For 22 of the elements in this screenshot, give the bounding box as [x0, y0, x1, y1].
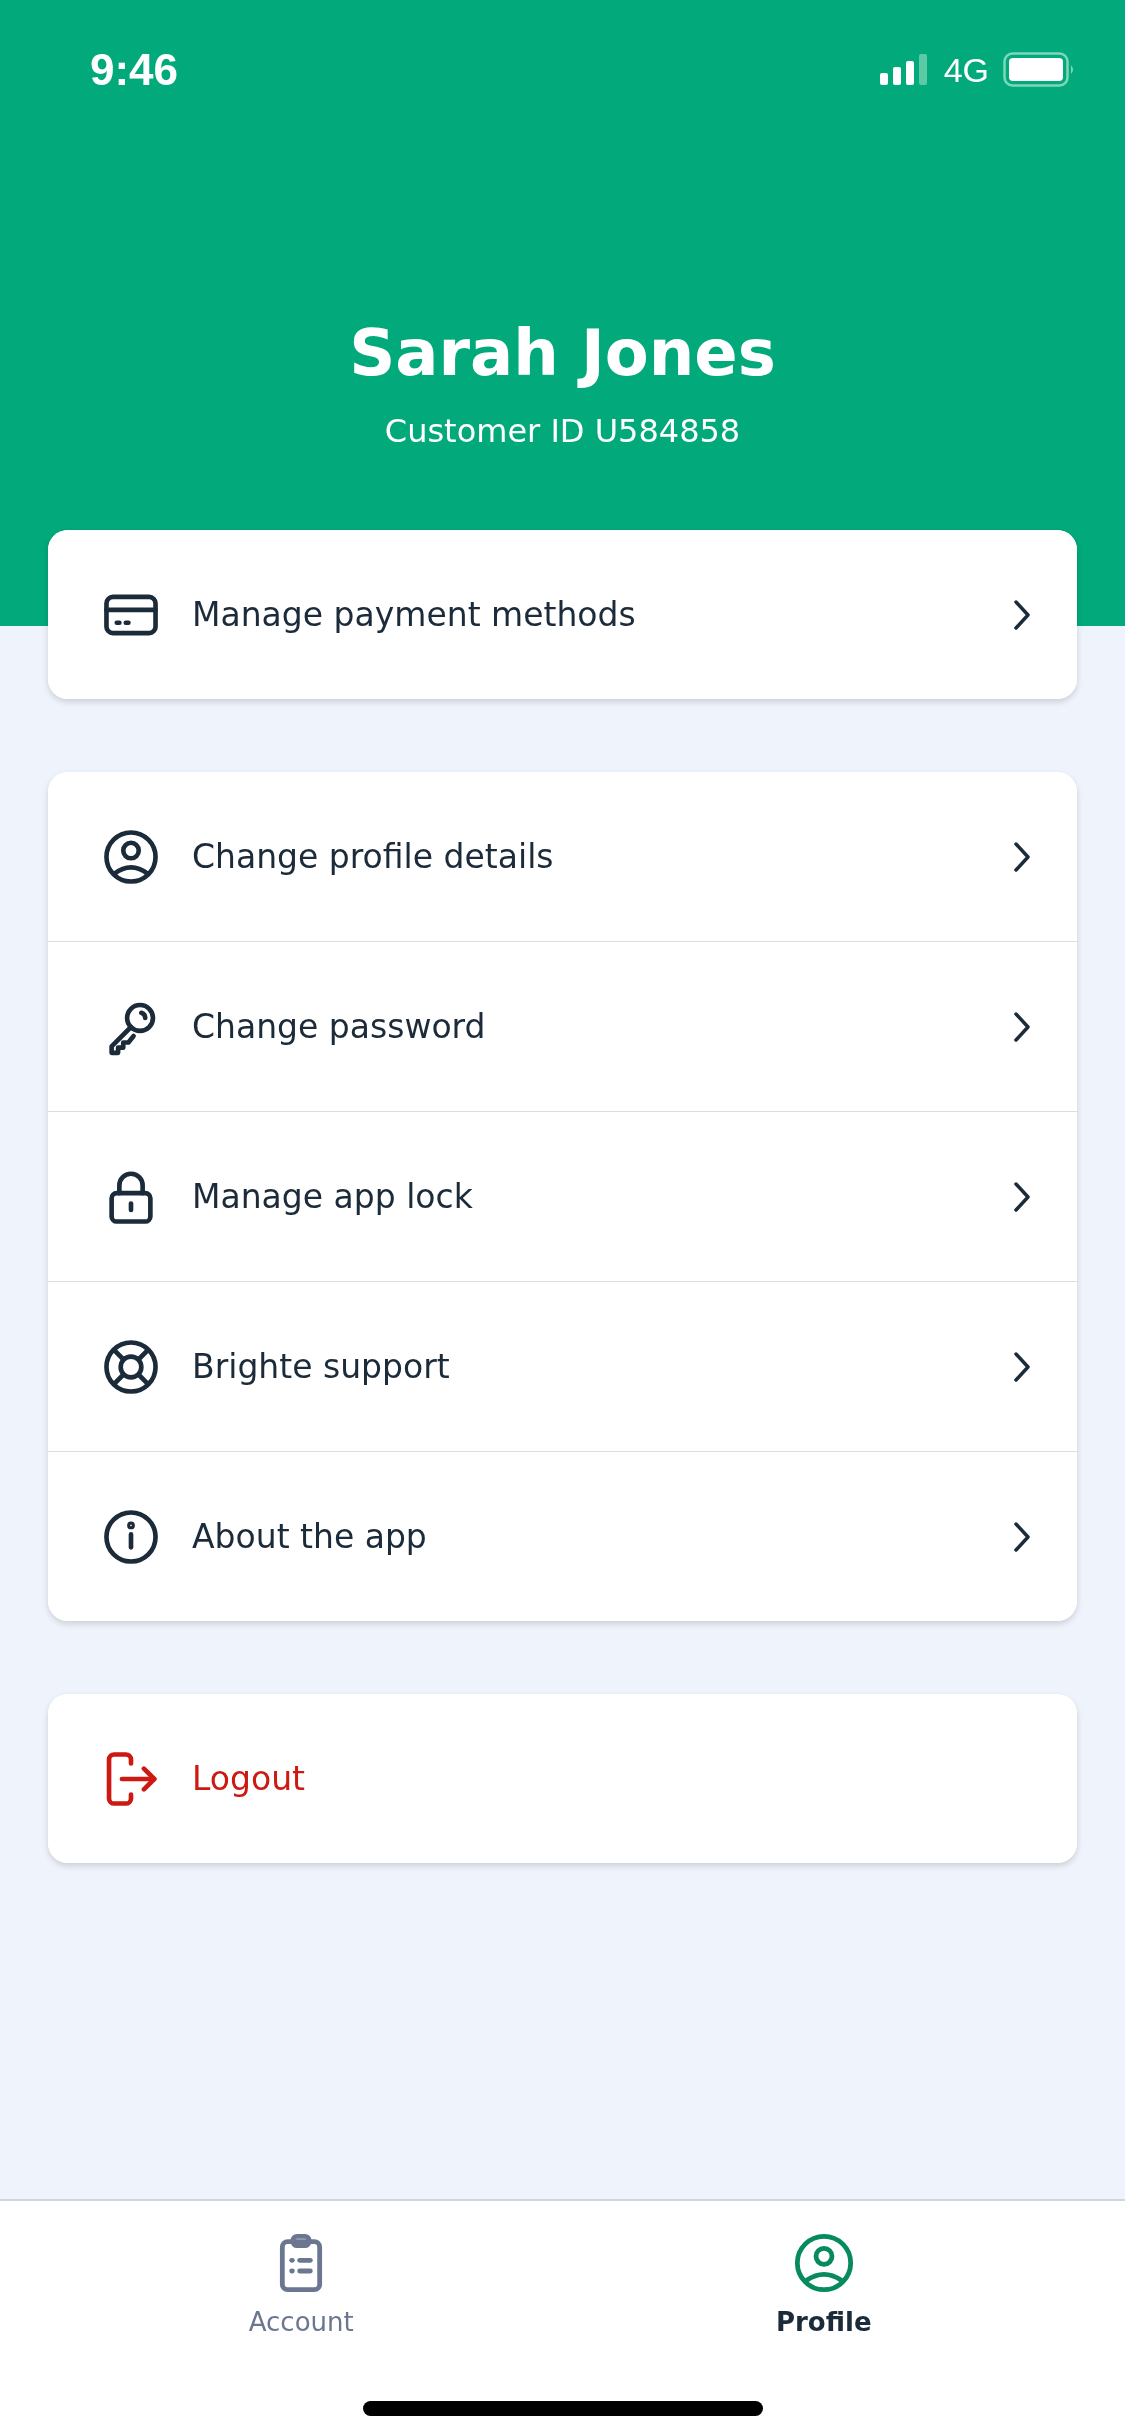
menu-item-label: Manage payment methods	[192, 595, 637, 634]
menu-item-label: About the app	[192, 1517, 428, 1556]
network-label: 4G	[943, 50, 989, 90]
menu-item-label: Change password	[192, 1007, 487, 1046]
menu-item[interactable]: Change profile details	[48, 772, 1077, 941]
menu-item[interactable]: Brighte support	[48, 1281, 1077, 1451]
menu-item[interactable]: Change password	[48, 941, 1077, 1111]
status-time: 9:46	[90, 45, 179, 95]
battery-icon	[1003, 52, 1075, 88]
menu-item[interactable]: Logout	[48, 1694, 1077, 1863]
menu-item[interactable]: Manage payment methods	[48, 530, 1077, 699]
tab[interactable]: Account	[176, 2227, 427, 2341]
customer-id: Customer ID U584858	[384, 412, 741, 450]
user-name: Sarah Jones	[349, 316, 776, 390]
menu-item-label: Change profile details	[192, 837, 555, 876]
signal-icon	[879, 53, 930, 87]
menu-item[interactable]: About the app	[48, 1451, 1077, 1621]
menu-item[interactable]: Manage app lock	[48, 1111, 1077, 1281]
tab[interactable]: Profile	[698, 2227, 949, 2341]
menu-item-label: Manage app lock	[192, 1177, 474, 1216]
menu-item-label: Brighte support	[192, 1347, 451, 1386]
menu-item-label: Logout	[192, 1759, 306, 1798]
